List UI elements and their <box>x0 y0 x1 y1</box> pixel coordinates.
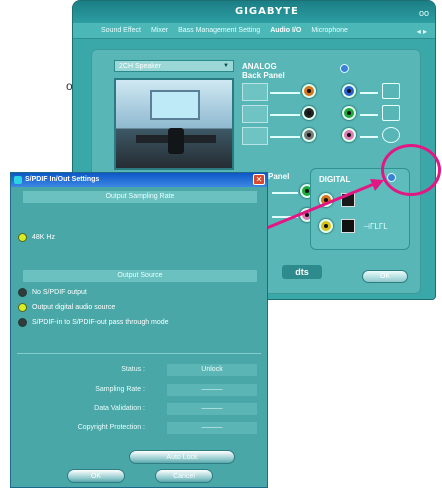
cable <box>270 92 300 94</box>
auto-lock-button[interactable]: Auto Lock <box>129 450 235 464</box>
copyright-protection-label: Copyright Protection : <box>77 424 145 431</box>
room-chair <box>168 128 184 154</box>
window-controls[interactable]: oo <box>419 8 429 18</box>
back-port-row-3 <box>242 127 268 145</box>
sampling-rate-value: ——— <box>167 384 257 396</box>
cable <box>360 114 378 116</box>
cancel-button[interactable]: Cancel <box>155 469 213 483</box>
audio-manager-titlebar: GIGABYTE oo <box>73 1 435 23</box>
radio-pass-through[interactable] <box>18 318 27 327</box>
dialog-divider <box>17 353 261 354</box>
analog-label: ANALOG <box>242 62 277 71</box>
digital-jack-orange[interactable] <box>319 193 333 207</box>
jack-gray[interactable] <box>302 128 316 142</box>
radio-no-spdif-output[interactable] <box>18 288 27 297</box>
dts-logo: dts <box>282 265 322 279</box>
back-port-row-1 <box>242 83 268 101</box>
cable <box>360 136 378 138</box>
digital-optical-icon <box>341 193 355 207</box>
radio-pass-through-label[interactable]: S/PDIF-in to S/PDIF-out pass through mod… <box>32 318 169 327</box>
tab-bar: Sound Effect Mixer Bass Management Setti… <box>73 23 435 39</box>
radio-no-spdif-output-label[interactable]: No S/PDIF output <box>32 288 87 297</box>
brand-logo: GIGABYTE <box>235 6 299 17</box>
line-in-device-icon <box>382 83 400 99</box>
radio-48khz-label[interactable]: 48K Hz <box>32 233 55 242</box>
jack-green[interactable] <box>342 106 356 120</box>
jack-blue[interactable] <box>342 84 356 98</box>
tab-mixer[interactable]: Mixer <box>151 27 168 34</box>
output-source-header: Output Source <box>23 270 257 282</box>
cable <box>270 136 300 138</box>
dialog-titlebar: S/PDIF In/Out Settings ✕ <box>11 173 267 187</box>
back-port-row-2 <box>242 105 268 123</box>
analog-settings-button[interactable] <box>340 64 349 73</box>
highlight-circle <box>381 144 441 196</box>
radio-48khz[interactable] <box>18 233 27 242</box>
jack-pink[interactable] <box>342 128 356 142</box>
jack-orange[interactable] <box>302 84 316 98</box>
back-panel-label: Back Panel <box>242 71 285 80</box>
radio-output-digital-source[interactable] <box>18 303 27 312</box>
microphone-icon <box>382 127 400 143</box>
status-value: Unlock <box>167 364 257 376</box>
tab-scroll-arrows[interactable]: ◂ ▸ <box>417 27 427 36</box>
room-illustration <box>114 78 234 170</box>
data-validation-value: ——— <box>167 403 257 415</box>
cable <box>270 114 300 116</box>
digital-label: DIGITAL <box>319 175 351 184</box>
speaker-device-icon <box>382 105 400 121</box>
main-ok-button[interactable]: OK <box>362 270 408 283</box>
speaker-mode-select[interactable]: 2CH Speaker ▼ <box>114 60 234 72</box>
digital-out-square <box>341 219 355 233</box>
sampling-rate-header: Output Sampling Rate <box>23 191 257 203</box>
tab-audio-io[interactable]: Audio I/O <box>270 27 301 34</box>
tab-sound-effect[interactable]: Sound Effect <box>101 27 141 34</box>
app-icon <box>14 176 22 184</box>
speaker-mode-value: 2CH Speaker <box>119 63 162 70</box>
radio-output-digital-source-label[interactable]: Output digital audio source <box>32 303 115 312</box>
tab-microphone[interactable]: Microphone <box>311 27 348 34</box>
spdif-settings-dialog: S/PDIF In/Out Settings ✕ Output Sampling… <box>10 172 268 488</box>
tab-bass-management[interactable]: Bass Management Setting <box>178 27 260 34</box>
room-window <box>150 90 200 120</box>
copyright-protection-value: ——— <box>167 422 257 434</box>
cable <box>272 216 298 218</box>
dialog-title: S/PDIF In/Out Settings <box>25 176 100 183</box>
status-label: Status : <box>121 366 145 373</box>
chevron-down-icon: ▼ <box>223 63 229 69</box>
jack-black[interactable] <box>302 106 316 120</box>
cable <box>272 192 298 194</box>
ok-button[interactable]: OK <box>67 469 125 483</box>
data-validation-label: Data Validation : <box>94 405 145 412</box>
digital-wave-icon: ⊣ΓLΓL <box>363 222 388 231</box>
cable <box>360 92 378 94</box>
sampling-rate-label: Sampling Rate : <box>95 386 145 393</box>
digital-jack-yellow[interactable] <box>319 219 333 233</box>
front-panel-label: Panel <box>268 172 290 181</box>
close-button[interactable]: ✕ <box>253 174 265 185</box>
